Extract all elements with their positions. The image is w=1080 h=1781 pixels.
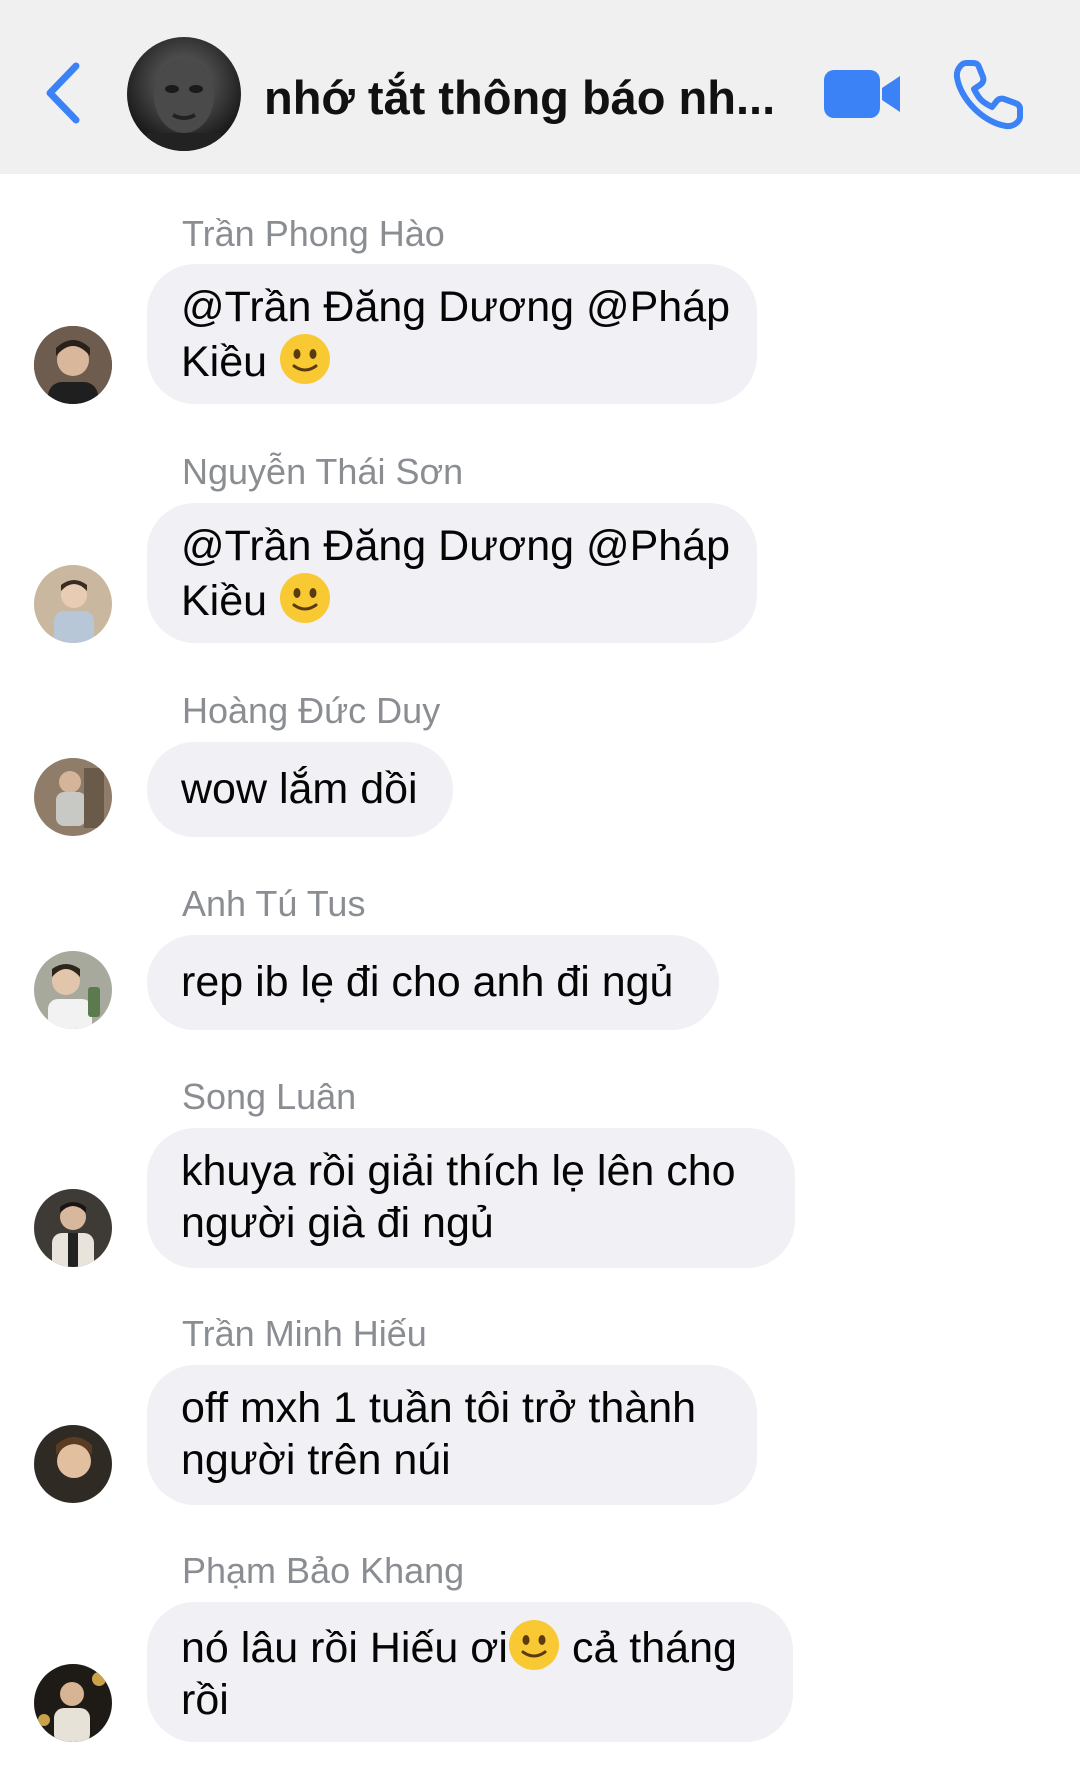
message-text: người già đi ngủ [181,1199,494,1247]
sender-name: Nguyễn Thái Sơn [182,451,464,492]
message-text: Kiều [181,338,268,386]
sender-name: Phạm Bảo Khang [182,1550,465,1591]
message-text: khuya rồi giải thích lẹ lên cho [181,1147,736,1195]
avatar-image [34,1189,112,1267]
avatar-image [34,1425,112,1503]
avatar[interactable] [34,565,112,643]
message-text: rồi [181,1676,229,1724]
video-camera-icon[interactable] [822,66,902,122]
message-text: @Trần Đăng Dương @Pháp [181,522,731,570]
avatar-portrait-image [147,57,221,151]
message-bubble[interactable]: rep ib lẹ đi cho anh đi ngủ [147,935,719,1030]
avatar-image [34,326,112,404]
group-avatar[interactable] [127,37,241,151]
slightly-smiling-face-icon [280,334,331,384]
avatar[interactable] [34,758,112,836]
avatar[interactable] [34,1189,112,1267]
avatar[interactable] [34,951,112,1029]
avatar-image [34,951,112,1029]
slightly-smiling-face-icon [280,573,331,623]
message-bubble[interactable]: nó lâu rồi Hiếu ơi cả tháng rồi [147,1602,793,1742]
sender-name: Hoàng Đức Duy [182,690,441,731]
message-bubble[interactable]: off mxh 1 tuần tôi trở thành người trên … [147,1365,757,1505]
chat-header: nhớ tắt thông báo nh... [0,0,1080,174]
slightly-smiling-face-icon [508,1620,559,1670]
avatar-image [34,565,112,643]
message-bubble[interactable]: @Trần Đăng Dương @Pháp Kiều [147,503,757,643]
message-bubble[interactable]: wow lắm dồi [147,742,453,837]
message-text: @Trần Đăng Dương @Pháp [181,283,731,331]
message-text: off mxh 1 tuần tôi trở thành [181,1384,697,1432]
message-text: rep ib lẹ đi cho anh đi ngủ [181,958,674,1006]
sender-name: Song Luân [182,1076,357,1117]
message-text: wow lắm dồi [181,765,418,813]
message-text: Kiều [181,577,268,625]
avatar[interactable] [34,1425,112,1503]
avatar[interactable] [34,326,112,404]
avatar-image [34,1664,112,1742]
message-bubble[interactable]: @Trần Đăng Dương @Pháp Kiều [147,264,757,404]
avatar-image [34,758,112,836]
sender-name: Trần Minh Hiếu [182,1313,427,1354]
phone-icon[interactable] [952,57,1026,131]
message-text: nó lâu rồi Hiếu ơi [181,1624,508,1672]
sender-name: Trần Phong Hào [182,213,445,254]
conversation-title[interactable]: nhớ tắt thông báo nh... [264,68,784,128]
message-text: người trên núi [181,1436,451,1484]
message-bubble[interactable]: khuya rồi giải thích lẹ lên cho người gi… [147,1128,795,1268]
message-text: cả tháng [571,1624,737,1672]
chevron-left-icon[interactable] [38,58,88,128]
sender-name: Anh Tú Tus [182,883,366,924]
avatar[interactable] [34,1664,112,1742]
